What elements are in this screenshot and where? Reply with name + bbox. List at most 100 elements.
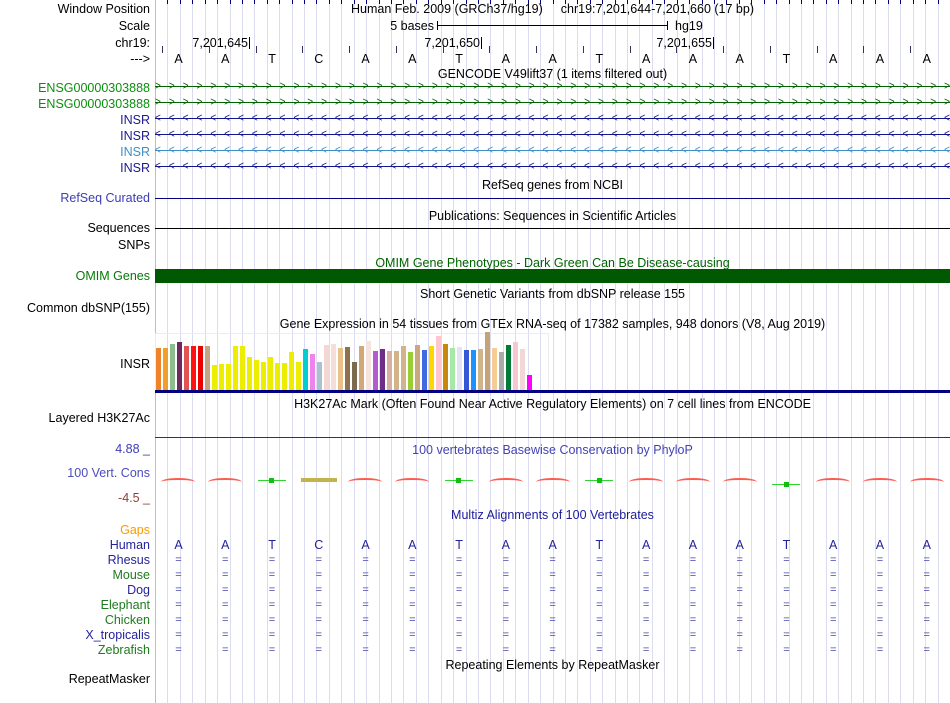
- gtex-tissue-bar[interactable]: [254, 360, 259, 390]
- gtex-tissue-bar[interactable]: [401, 346, 406, 390]
- multiz-human-base: A: [735, 538, 744, 552]
- scale-label: Scale: [118, 19, 150, 33]
- multiz-align-mark: =: [923, 554, 930, 566]
- gtex-tissue-bar[interactable]: [345, 347, 350, 390]
- coordinate-tick-2: 7,201,650: [424, 36, 480, 50]
- gtex-tissue-bar[interactable]: [429, 346, 434, 390]
- conservation-arc: [535, 478, 570, 486]
- gtex-tissue-bar[interactable]: [303, 349, 308, 390]
- gtex-tissue-bar[interactable]: [415, 345, 420, 390]
- gtex-tissue-bar[interactable]: [485, 332, 490, 390]
- refseq-curated-label: RefSeq Curated: [60, 191, 150, 205]
- gtex-tissue-bar[interactable]: [261, 362, 266, 390]
- multiz-align-mark: =: [596, 554, 603, 566]
- gene-strand-row[interactable]: > > > > > > > > > > > > > > > > > > > > > > > > > > > > > > > > > > > > > > > >…: [155, 96, 950, 110]
- gtex-tissue-bar[interactable]: [170, 344, 175, 390]
- gtex-tissue-bar[interactable]: [177, 342, 182, 390]
- position-title: chr19:7,201,644-7,201,660 (17 bp): [560, 2, 754, 16]
- multiz-align-mark: =: [876, 584, 884, 596]
- gene-strand-row[interactable]: < < < < < < < < < < < < < < < < < < < < < < < < < < < < < < < < < < < < < < < <…: [155, 144, 950, 158]
- gene-strand-row[interactable]: > > > > > > > > > > > > > > > > > > > > > > > > > > > > > > > > > > > > > > > >…: [155, 80, 950, 94]
- gtex-tissue-bar[interactable]: [268, 357, 273, 390]
- publications-track-title: Publications: Sequences in Scientific Ar…: [428, 209, 677, 223]
- multiz-align-mark: =: [829, 629, 837, 641]
- phylop-label: 100 Vert. Cons: [67, 466, 150, 480]
- multiz-track-title: Multiz Alignments of 100 Vertebrates: [451, 508, 654, 522]
- multiz-align-mark: =: [689, 584, 697, 596]
- gtex-tissue-bar[interactable]: [506, 345, 511, 390]
- gtex-tissue-bar[interactable]: [233, 346, 238, 390]
- multiz-align-mark: =: [502, 614, 510, 626]
- gene-strand-row[interactable]: < < < < < < < < < < < < < < < < < < < < < < < < < < < < < < < < < < < < < < < <…: [155, 160, 950, 174]
- multiz-align-mark: =: [409, 569, 416, 581]
- multiz-align-mark: =: [829, 599, 837, 611]
- gtex-tissue-bar[interactable]: [205, 346, 210, 390]
- gtex-tissue-bar[interactable]: [478, 349, 483, 390]
- sequence-base: A: [361, 52, 370, 66]
- gtex-tissue-bar[interactable]: [289, 352, 294, 390]
- gtex-tissue-bar[interactable]: [394, 351, 399, 390]
- gtex-tissue-bar[interactable]: [380, 349, 385, 390]
- gene-strand-row[interactable]: < < < < < < < < < < < < < < < < < < < < < < < < < < < < < < < < < < < < < < < <…: [155, 128, 950, 142]
- gtex-tissue-bar[interactable]: [457, 347, 462, 390]
- coordinate-tickmark-2: [481, 37, 482, 49]
- gtex-tissue-bar[interactable]: [184, 346, 189, 390]
- gtex-tissue-bar[interactable]: [163, 348, 168, 390]
- gtex-tissue-bar[interactable]: [226, 364, 231, 390]
- gtex-tissue-bar[interactable]: [338, 348, 343, 390]
- sequence-base: A: [735, 52, 744, 66]
- gtex-tissue-bar[interactable]: [359, 346, 364, 390]
- gtex-tissue-bar[interactable]: [212, 365, 217, 390]
- gtex-tissue-bar[interactable]: [317, 362, 322, 390]
- gene-strand-row[interactable]: < < < < < < < < < < < < < < < < < < < < < < < < < < < < < < < < < < < < < < < <…: [155, 112, 950, 126]
- gtex-tissue-bar[interactable]: [499, 352, 504, 390]
- gtex-tissue-bar[interactable]: [198, 346, 203, 390]
- snps-label: SNPs: [118, 238, 150, 252]
- gtex-tissue-bar[interactable]: [275, 363, 280, 390]
- multiz-align-mark: =: [362, 614, 369, 626]
- gtex-tissue-bar[interactable]: [464, 350, 469, 390]
- multiz-human-base: A: [922, 538, 931, 552]
- gtex-tissue-bar[interactable]: [492, 348, 497, 390]
- gtex-tissue-bar[interactable]: [527, 375, 532, 390]
- gtex-tissue-bar[interactable]: [310, 354, 315, 390]
- coordinate-tickmark-3: [713, 37, 714, 49]
- multiz-align-mark: =: [642, 554, 650, 566]
- conservation-arc: [488, 478, 523, 486]
- gtex-tissue-bar[interactable]: [436, 336, 441, 390]
- gtex-tissue-bar[interactable]: [247, 357, 252, 390]
- gtex-tissue-bar[interactable]: [408, 352, 413, 390]
- gtex-tissue-bar[interactable]: [373, 351, 378, 390]
- sequence-base: A: [408, 52, 417, 66]
- gtex-tissue-bar[interactable]: [282, 363, 287, 390]
- refseq-curated-line[interactable]: [155, 198, 950, 199]
- multiz-align-mark: =: [596, 629, 603, 641]
- multiz-human-base: A: [829, 538, 838, 552]
- gtex-tissue-bar[interactable]: [366, 341, 371, 390]
- gtex-tissue-bar[interactable]: [471, 350, 476, 390]
- gtex-tissue-bar[interactable]: [219, 364, 224, 390]
- multiz-align-mark: =: [876, 599, 884, 611]
- sequences-line[interactable]: [155, 228, 950, 229]
- gtex-tissue-bar[interactable]: [240, 346, 245, 390]
- gtex-tissue-bar[interactable]: [513, 342, 518, 390]
- gtex-tissue-bar[interactable]: [296, 362, 301, 390]
- gtex-tissue-bar[interactable]: [520, 349, 525, 390]
- gtex-tissue-bar[interactable]: [450, 348, 455, 390]
- gtex-tissue-bar[interactable]: [191, 346, 196, 390]
- gtex-tissue-bar[interactable]: [352, 362, 357, 390]
- multiz-align-mark: =: [362, 629, 369, 641]
- gtex-tissue-bar[interactable]: [331, 344, 336, 390]
- strand-arrows: > > > > > > > > > > > > > > > > > > > > > > > > > > > > > > > > > > > > > > > >…: [155, 80, 950, 93]
- gtex-tissue-bar[interactable]: [422, 350, 427, 390]
- gtex-tissue-bar[interactable]: [443, 344, 448, 390]
- gtex-tissue-bar[interactable]: [387, 351, 392, 390]
- omim-genes-bar[interactable]: [155, 269, 950, 283]
- gtex-tissue-bar[interactable]: [156, 348, 161, 390]
- multiz-align-mark: =: [268, 554, 276, 566]
- conservation-arc: [395, 478, 430, 486]
- h3k27ac-baseline[interactable]: [155, 437, 950, 438]
- multiz-align-mark: =: [175, 569, 182, 581]
- assembly-title: Human Feb. 2009 (GRCh37/hg19): [351, 2, 543, 16]
- gtex-tissue-bar[interactable]: [324, 345, 329, 390]
